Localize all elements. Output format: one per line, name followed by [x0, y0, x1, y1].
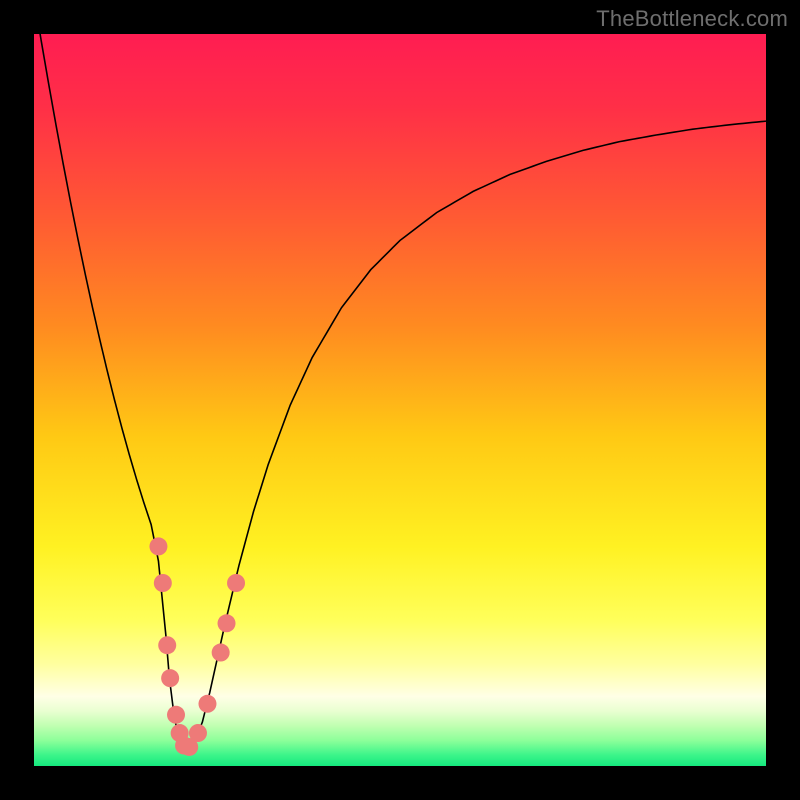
data-marker — [227, 574, 245, 592]
data-marker — [212, 644, 230, 662]
data-marker — [161, 669, 179, 687]
data-marker — [149, 537, 167, 555]
plot-area — [34, 34, 766, 766]
data-marker — [189, 724, 207, 742]
chart-svg — [34, 34, 766, 766]
data-marker — [158, 636, 176, 654]
image-frame: TheBottleneck.com — [0, 0, 800, 800]
data-marker — [198, 695, 216, 713]
data-marker — [218, 614, 236, 632]
attribution-label: TheBottleneck.com — [596, 6, 788, 32]
data-marker — [154, 574, 172, 592]
data-marker — [167, 706, 185, 724]
gradient-background — [34, 34, 766, 766]
